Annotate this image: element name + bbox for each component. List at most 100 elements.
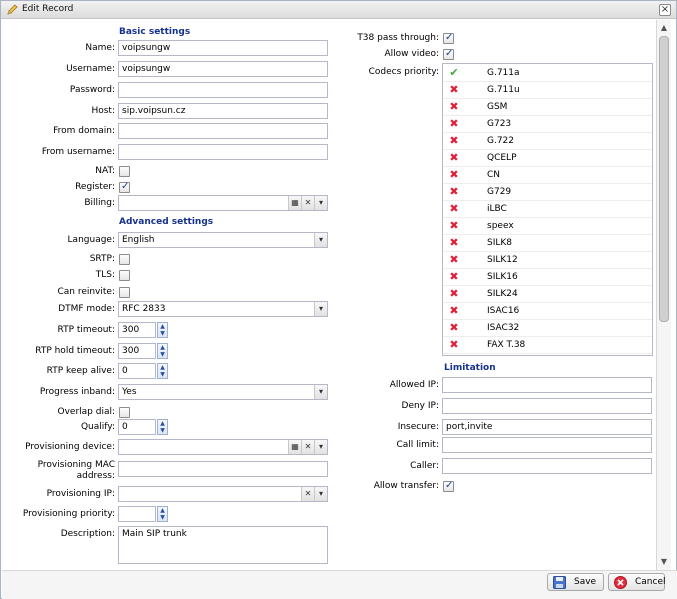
provisioning-ip-combo[interactable]: ✕ ▾: [118, 486, 328, 502]
scroll-down-icon[interactable]: ▼: [658, 556, 670, 568]
scroll-up-icon[interactable]: ▲: [658, 22, 670, 34]
codec-name: ISAC16: [487, 306, 520, 316]
codec-row[interactable]: ✔ G.711a: [443, 65, 652, 82]
title-bar[interactable]: Edit Record ×: [1, 1, 676, 19]
cross-icon[interactable]: ✖: [448, 101, 460, 113]
codec-row[interactable]: ✖ G.711u: [443, 82, 652, 99]
codec-row[interactable]: ✖ SILK16: [443, 269, 652, 286]
srtp-checkbox[interactable]: [119, 254, 130, 265]
provisioning-device-picker-icon[interactable]: ▦: [288, 440, 301, 454]
cross-icon[interactable]: ✖: [448, 135, 460, 147]
srtp-label: SRTP:: [89, 254, 115, 264]
rtp-hold-timeout-field[interactable]: 300: [118, 343, 156, 359]
register-checkbox[interactable]: [119, 181, 130, 193]
cross-icon[interactable]: ✖: [448, 339, 460, 351]
cross-icon[interactable]: ✖: [448, 186, 460, 198]
vertical-scrollbar[interactable]: ▲ ▼: [656, 20, 671, 570]
from-domain-field[interactable]: [118, 123, 328, 139]
call-limit-field[interactable]: [442, 437, 652, 453]
can-reinvite-checkbox[interactable]: [119, 287, 130, 298]
provisioning-mac-field[interactable]: [118, 461, 328, 477]
check-icon[interactable]: ✔: [448, 67, 460, 79]
provisioning-device-dropdown-icon[interactable]: ▾: [314, 440, 327, 454]
rtp-timeout-label: RTP timeout:: [57, 325, 116, 335]
codec-name: CN: [487, 170, 501, 180]
host-field[interactable]: sip.voipsun.cz: [118, 103, 328, 119]
cross-icon[interactable]: ✖: [448, 288, 460, 300]
dtmf-dropdown-icon[interactable]: ▾: [314, 302, 327, 316]
cross-icon[interactable]: ✖: [448, 169, 460, 181]
caller-field[interactable]: [442, 458, 652, 474]
qualify-spinner[interactable]: ▲ ▼: [157, 419, 168, 435]
rtp-keep-alive-field[interactable]: 0: [118, 363, 156, 379]
cross-icon[interactable]: ✖: [448, 254, 460, 266]
allow-video-checkbox[interactable]: [443, 48, 454, 60]
cross-icon[interactable]: ✖: [448, 322, 460, 334]
codecs-priority-list[interactable]: ✔ G.711a ✖ G.711u ✖ GSM ✖ G723 ✖ G.722 ✖ QCELP ✖ CN ✖ G…: [442, 63, 653, 356]
overlap-dial-checkbox[interactable]: [119, 407, 130, 418]
codec-row[interactable]: ✖ SILK24: [443, 286, 652, 303]
billing-combo[interactable]: ▦ ✕ ▾: [118, 195, 328, 211]
provisioning-device-combo[interactable]: ▦ ✕ ▾: [118, 439, 328, 455]
provisioning-ip-dropdown-icon[interactable]: ▾: [314, 487, 327, 501]
insecure-field[interactable]: port,invite: [442, 419, 652, 435]
cross-icon[interactable]: ✖: [448, 220, 460, 232]
codec-row[interactable]: ✖ speex: [443, 218, 652, 235]
language-dropdown-icon[interactable]: ▾: [314, 233, 327, 247]
codec-row[interactable]: ✖ ISAC16: [443, 303, 652, 320]
username-field[interactable]: voipsungw: [118, 61, 328, 77]
save-button[interactable]: Save: [547, 573, 604, 591]
deny-ip-field[interactable]: [442, 398, 652, 414]
cross-icon[interactable]: ✖: [448, 203, 460, 215]
t38-checkbox[interactable]: [443, 32, 454, 44]
billing-dropdown-icon[interactable]: ▾: [314, 196, 327, 210]
cross-icon[interactable]: ✖: [448, 118, 460, 130]
billing-picker-icon[interactable]: ▦: [288, 196, 301, 210]
cross-icon[interactable]: ✖: [448, 237, 460, 249]
provisioning-device-clear-icon[interactable]: ✕: [301, 440, 314, 454]
codec-name: SILK8: [487, 238, 513, 248]
scroll-thumb[interactable]: [659, 36, 669, 322]
tls-checkbox[interactable]: [119, 270, 130, 281]
language-select[interactable]: English ▾: [118, 232, 328, 248]
from-username-field[interactable]: [118, 144, 328, 160]
allowed-ip-field[interactable]: [442, 377, 652, 393]
rtp-timeout-spinner[interactable]: ▲ ▼: [157, 322, 168, 338]
save-label: Save: [574, 577, 597, 587]
provisioning-priority-field[interactable]: [118, 506, 156, 522]
codec-row[interactable]: ✖ FAX T.38: [443, 337, 652, 354]
qualify-field[interactable]: 0: [118, 419, 156, 435]
codec-row[interactable]: ✖ G.722: [443, 133, 652, 150]
provisioning-ip-clear-icon[interactable]: ✕: [301, 487, 314, 501]
rtp-keep-alive-spinner[interactable]: ▲ ▼: [157, 363, 168, 379]
progress-inband-select[interactable]: Yes ▾: [118, 384, 328, 400]
codec-row[interactable]: ✖ QCELP: [443, 150, 652, 167]
password-field[interactable]: [118, 82, 328, 98]
rtp-hold-timeout-spinner[interactable]: ▲ ▼: [157, 343, 168, 359]
language-label: Language:: [67, 235, 115, 245]
progress-inband-dropdown-icon[interactable]: ▾: [314, 385, 327, 399]
name-field[interactable]: voipsungw: [118, 40, 328, 56]
cancel-button[interactable]: Cancel: [608, 573, 666, 591]
codec-row[interactable]: ✖ SILK12: [443, 252, 652, 269]
codec-name: SILK16: [487, 272, 518, 282]
cross-icon[interactable]: ✖: [448, 152, 460, 164]
cross-icon[interactable]: ✖: [448, 305, 460, 317]
nat-checkbox[interactable]: [119, 166, 130, 177]
codec-row[interactable]: ✖ GSM: [443, 99, 652, 116]
codec-row[interactable]: ✖ G729: [443, 184, 652, 201]
codec-row[interactable]: ✖ SILK8: [443, 235, 652, 252]
billing-clear-icon[interactable]: ✕: [301, 196, 314, 210]
allow-transfer-checkbox[interactable]: [443, 480, 454, 492]
codec-row[interactable]: ✖ G723: [443, 116, 652, 133]
close-button[interactable]: ×: [659, 4, 671, 16]
codec-row[interactable]: ✖ iLBC: [443, 201, 652, 218]
description-textarea[interactable]: Main SIP trunk: [118, 526, 328, 564]
cross-icon[interactable]: ✖: [448, 271, 460, 283]
provisioning-priority-spinner[interactable]: ▲ ▼: [157, 506, 168, 522]
rtp-timeout-field[interactable]: 300: [118, 322, 156, 338]
dtmf-mode-select[interactable]: RFC 2833 ▾: [118, 301, 328, 317]
codec-row[interactable]: ✖ CN: [443, 167, 652, 184]
cross-icon[interactable]: ✖: [448, 84, 460, 96]
codec-row[interactable]: ✖ ISAC32: [443, 320, 652, 337]
